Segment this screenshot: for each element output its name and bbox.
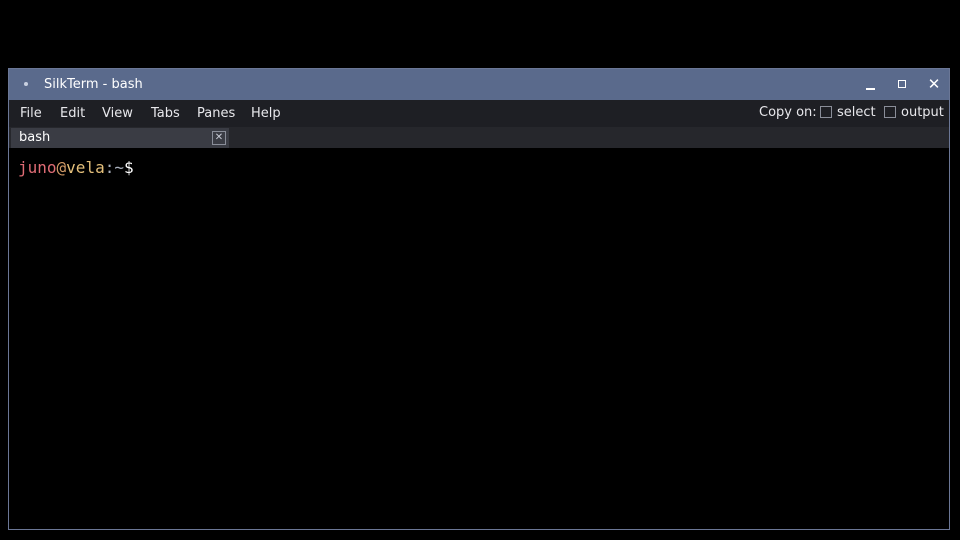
close-icon: ✕ — [214, 132, 224, 143]
prompt-symbol: $ — [123, 158, 134, 177]
minimize-button[interactable] — [858, 74, 882, 96]
menu-edit[interactable]: Edit — [60, 106, 85, 121]
app-icon — [24, 82, 28, 86]
prompt-user: juno — [18, 158, 57, 177]
prompt-at: @ — [56, 158, 67, 177]
copy-on-select-checkbox[interactable] — [820, 106, 832, 118]
copy-on-select-label[interactable]: select — [837, 105, 876, 120]
prompt-host: vela — [66, 158, 105, 177]
tab-close-button[interactable]: ✕ — [212, 131, 226, 145]
terminal-area[interactable]: juno@vela:~$ — [9, 148, 949, 529]
title-bar[interactable]: SilkTerm - bash ✕ — [9, 69, 949, 100]
shell-prompt: juno@vela:~$ — [18, 158, 134, 177]
prompt-path: ~ — [114, 158, 124, 177]
minimize-icon — [866, 88, 875, 90]
copy-on-output-label[interactable]: output — [901, 105, 944, 120]
maximize-icon — [898, 80, 906, 88]
prompt-separator: : — [104, 158, 115, 177]
close-icon: ✕ — [927, 75, 941, 93]
menu-help[interactable]: Help — [251, 106, 281, 121]
menu-file[interactable]: File — [20, 106, 42, 121]
menu-bar: File Edit View Tabs Panes Help Copy on: … — [9, 100, 949, 127]
copy-on-label: Copy on: — [759, 105, 817, 120]
window-title: SilkTerm - bash — [44, 77, 143, 92]
maximize-button[interactable] — [890, 74, 914, 96]
menu-panes[interactable]: Panes — [197, 106, 235, 121]
terminal-window: SilkTerm - bash ✕ File Edit View Tabs Pa… — [8, 68, 950, 530]
copy-on-output-checkbox[interactable] — [884, 106, 896, 118]
menu-tabs[interactable]: Tabs — [151, 106, 180, 121]
tab-bash[interactable]: bash ✕ — [11, 128, 229, 148]
tab-bar: bash ✕ — [9, 127, 949, 148]
menu-view[interactable]: View — [102, 106, 133, 121]
close-button[interactable]: ✕ — [922, 74, 946, 96]
tab-label: bash — [19, 130, 51, 145]
